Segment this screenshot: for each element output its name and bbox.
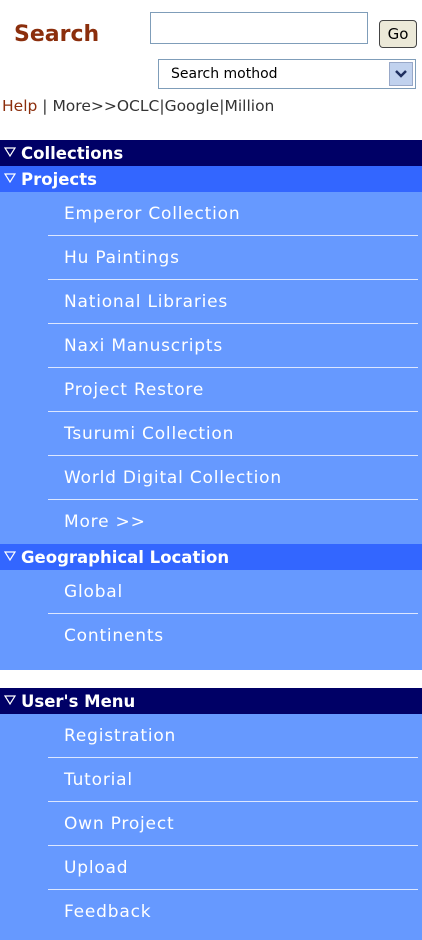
menu-item-own-project[interactable]: Own Project [48,802,418,846]
menu-item-world-digital-collection[interactable]: World Digital Collection [48,456,418,500]
menu-item-tsurumi-collection[interactable]: Tsurumi Collection [48,412,418,456]
search-method-value: Search mothod [171,66,278,82]
projects-header-label: Projects [21,169,97,189]
menu-item-tutorial[interactable]: Tutorial [48,758,418,802]
collapse-triangle-icon [4,695,18,707]
menu-item-naxi-manuscripts[interactable]: Naxi Manuscripts [48,324,418,368]
search-input[interactable] [150,12,368,44]
menu-item-national-libraries[interactable]: National Libraries [48,280,418,324]
geographical-location-header-label: Geographical Location [21,547,230,567]
menu-item-hu-paintings[interactable]: Hu Paintings [48,236,418,280]
collapse-triangle-icon [4,147,18,159]
menu-item-more[interactable]: More >> [48,500,418,544]
more-link[interactable]: More>> [52,97,116,115]
menu-item-project-restore[interactable]: Project Restore [48,368,418,412]
menu-item-continents[interactable]: Continents [48,614,418,658]
search-label: Search [14,22,100,47]
projects-header[interactable]: Projects [0,166,422,192]
menu-item-registration[interactable]: Registration [48,714,418,758]
link-divider: | [42,97,53,115]
geographical-location-header[interactable]: Geographical Location [0,544,422,570]
help-link[interactable]: Help [2,97,37,115]
menu-item-emperor-collection[interactable]: Emperor Collection [48,192,418,236]
oclc-link[interactable]: OCLC [117,97,159,115]
users-menu-panel: User's Menu Registration Tutorial Own Pr… [0,688,422,940]
chevron-down-icon[interactable] [389,62,413,86]
collapse-triangle-icon [4,173,18,185]
search-bar: Search Go Search mothod Help | More>>OCL… [0,0,422,115]
users-menu-header-label: User's Menu [21,691,136,711]
collections-header-label: Collections [21,143,124,163]
collapse-triangle-icon [4,551,18,563]
go-button[interactable]: Go [379,20,417,48]
menu-item-global[interactable]: Global [48,570,418,614]
million-link[interactable]: Million [224,97,274,115]
google-link[interactable]: Google [165,97,220,115]
menu-item-upload[interactable]: Upload [48,846,418,890]
users-menu-header[interactable]: User's Menu [0,688,422,714]
collections-panel: Collections Projects Emperor Collection … [0,140,422,670]
collections-header[interactable]: Collections [0,140,422,166]
menu-item-feedback[interactable]: Feedback [48,890,418,934]
quick-links: Help | More>>OCLC|Google|Million [2,97,274,115]
search-method-select[interactable]: Search mothod [158,59,416,89]
